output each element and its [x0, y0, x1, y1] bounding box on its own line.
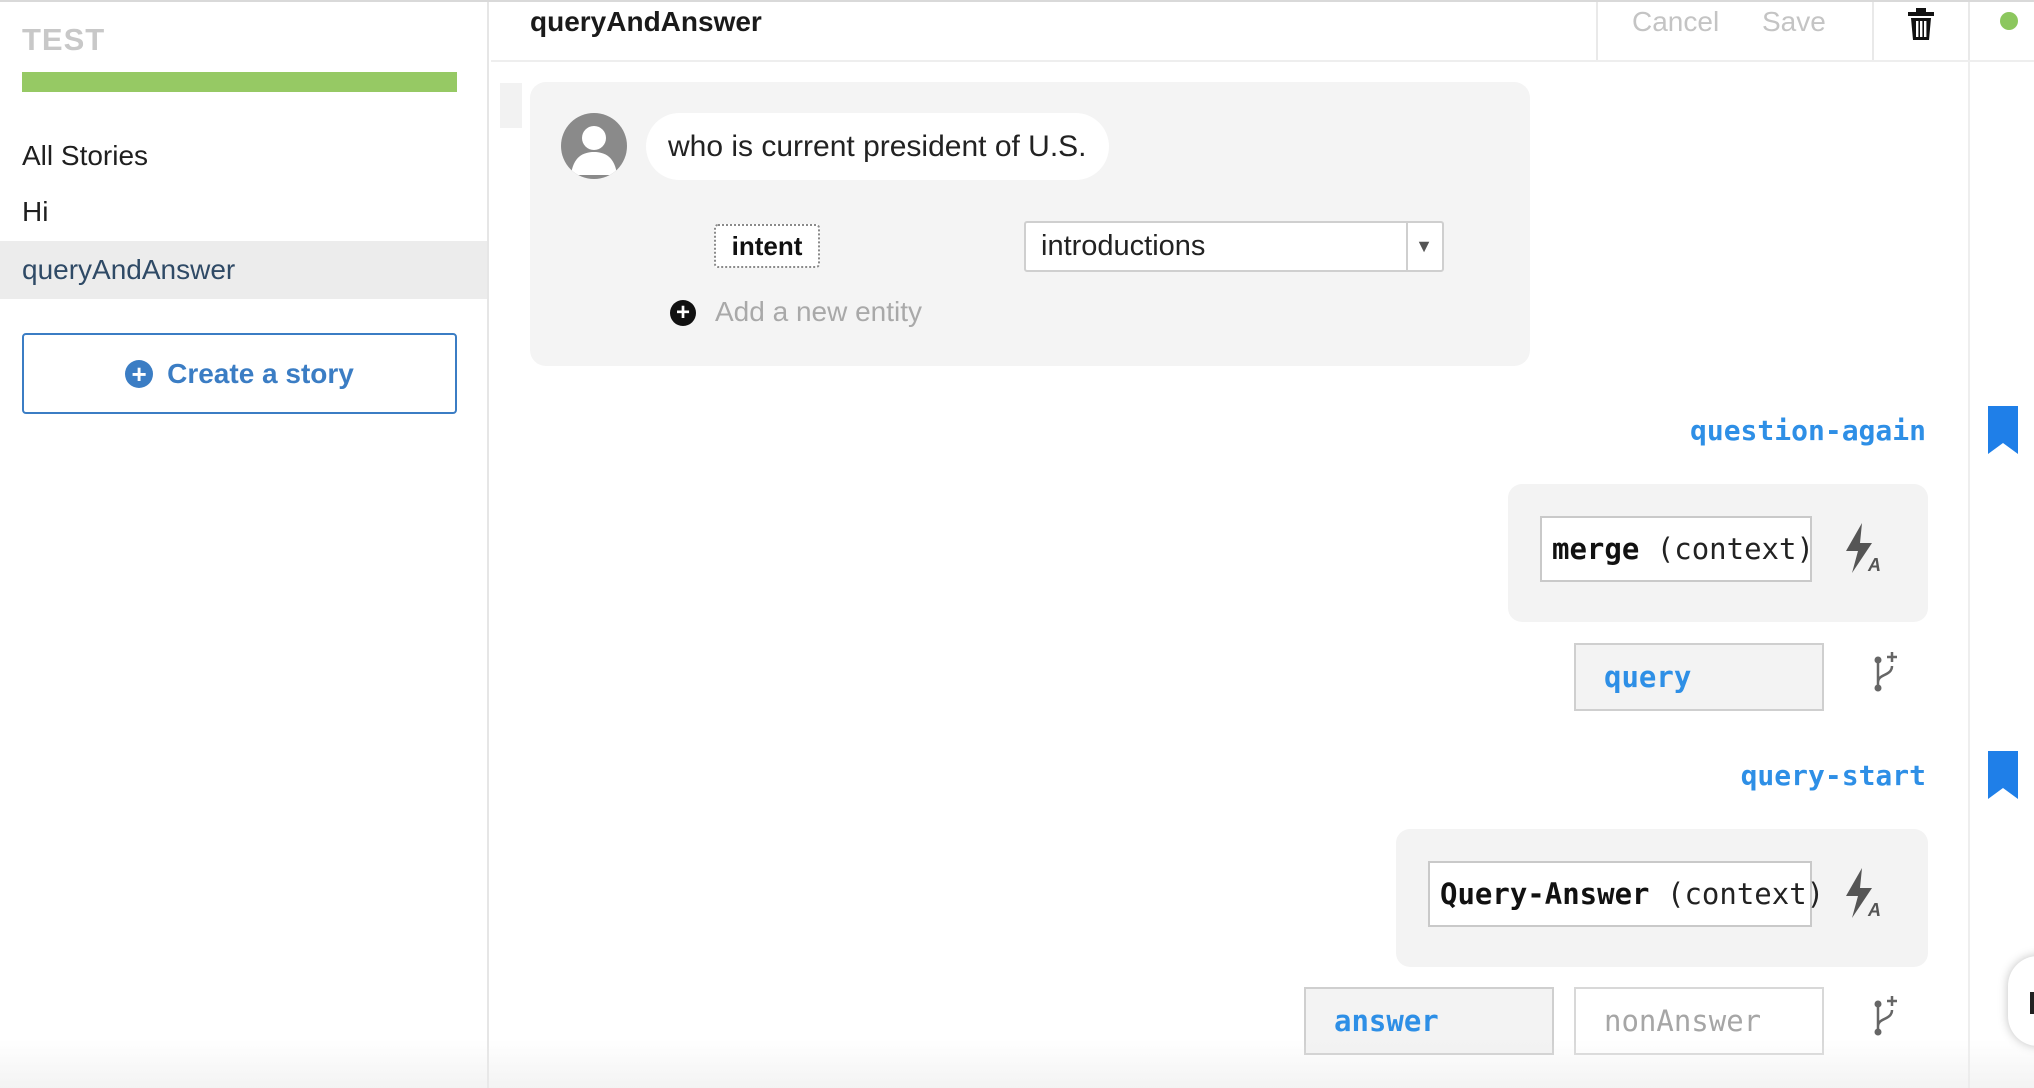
status-dot-icon [2000, 12, 2018, 30]
branch-tab-answer[interactable]: answer [1304, 987, 1554, 1055]
flash-auto-icon[interactable]: A [1842, 523, 1886, 575]
header-divider [1872, 2, 1874, 60]
progress-bar-fill [22, 72, 457, 92]
header-divider [1968, 2, 1970, 60]
action-name: Query-Answer [1440, 877, 1650, 911]
action-box[interactable]: Query-Answer (context) [1428, 861, 1824, 927]
svg-text:A: A [1867, 555, 1881, 573]
chevron-down-icon: ▼ [1415, 236, 1433, 256]
create-story-button[interactable]: + Create a story [22, 333, 457, 414]
bookmark-title[interactable]: question-again [1540, 414, 1926, 447]
save-button[interactable]: Save [1762, 6, 1826, 38]
flash-auto-icon[interactable]: A [1842, 868, 1886, 920]
entity-label-intent[interactable]: intent [714, 224, 820, 268]
plus-circle-icon[interactable]: + [670, 300, 696, 326]
branch-tab-nonanswer[interactable]: nonAnswer [1574, 987, 1824, 1055]
user-avatar-icon [561, 113, 627, 179]
plus-circle-icon: + [125, 359, 154, 388]
all-stories-heading[interactable]: All Stories [22, 140, 148, 172]
app-title: TEST [22, 22, 106, 57]
action-args: (context) [1656, 532, 1814, 566]
add-branch-icon[interactable] [1872, 994, 1902, 1040]
bookmark-icon[interactable] [1988, 406, 2018, 454]
action-name: merge [1552, 532, 1640, 566]
select-divider [1406, 223, 1408, 270]
svg-text:A: A [1867, 900, 1881, 918]
add-entity-input[interactable]: Add a new entity [715, 296, 922, 328]
progress-bar [22, 72, 457, 92]
user-message-bubble[interactable]: who is current president of U.S. [646, 113, 1109, 180]
chat-launcher-icon [2030, 992, 2034, 1014]
intent-select-value: introductions [1041, 230, 1206, 262]
bookmark-title[interactable]: query-start [1540, 759, 1926, 792]
drag-handle[interactable] [500, 83, 522, 128]
intent-select[interactable]: introductions ▼ [1024, 221, 1444, 272]
right-rail-divider [1968, 62, 1970, 1088]
bookmark-icon[interactable] [1988, 751, 2018, 799]
create-story-label: Create a story [167, 357, 354, 389]
trash-icon[interactable] [1906, 8, 1936, 42]
story-title: queryAndAnswer [530, 6, 762, 37]
header-divider [1596, 2, 1598, 60]
action-args: (context) [1666, 877, 1825, 911]
add-branch-icon[interactable] [1872, 650, 1902, 696]
branch-tab-query[interactable]: query [1574, 643, 1824, 711]
story-item-queryandanswer[interactable]: queryAndAnswer [0, 241, 487, 299]
story-item-hi[interactable]: Hi [0, 183, 487, 241]
cancel-button[interactable]: Cancel [1632, 6, 1719, 38]
action-box[interactable]: merge (context) [1540, 516, 1814, 582]
